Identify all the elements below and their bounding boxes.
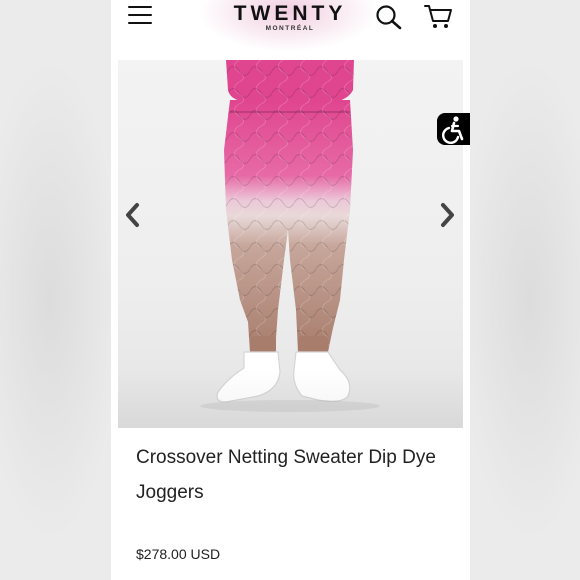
wheelchair-accessibility-icon <box>442 116 464 144</box>
product-image-gallery[interactable] <box>118 60 463 428</box>
chevron-right-icon[interactable] <box>436 200 458 230</box>
search-icon[interactable] <box>375 4 403 30</box>
site-header: TWENTY MONTRÉAL <box>111 0 470 58</box>
mobile-product-page: TWENTY MONTRÉAL Crossover Netting Sweate… <box>111 0 470 580</box>
accessibility-button[interactable] <box>437 113 470 145</box>
store-logo-subtitle: MONTRÉAL <box>265 25 315 32</box>
cart-icon[interactable] <box>423 2 453 30</box>
product-price: $278.00 USD <box>136 546 221 562</box>
photo-floor-shadow <box>118 368 463 428</box>
chevron-left-icon[interactable] <box>122 200 144 230</box>
product-title: Crossover Netting Sweater Dip Dye Jogger… <box>136 447 436 503</box>
store-logo[interactable]: TWENTY <box>219 2 361 26</box>
hamburger-menu-icon[interactable] <box>128 6 152 26</box>
